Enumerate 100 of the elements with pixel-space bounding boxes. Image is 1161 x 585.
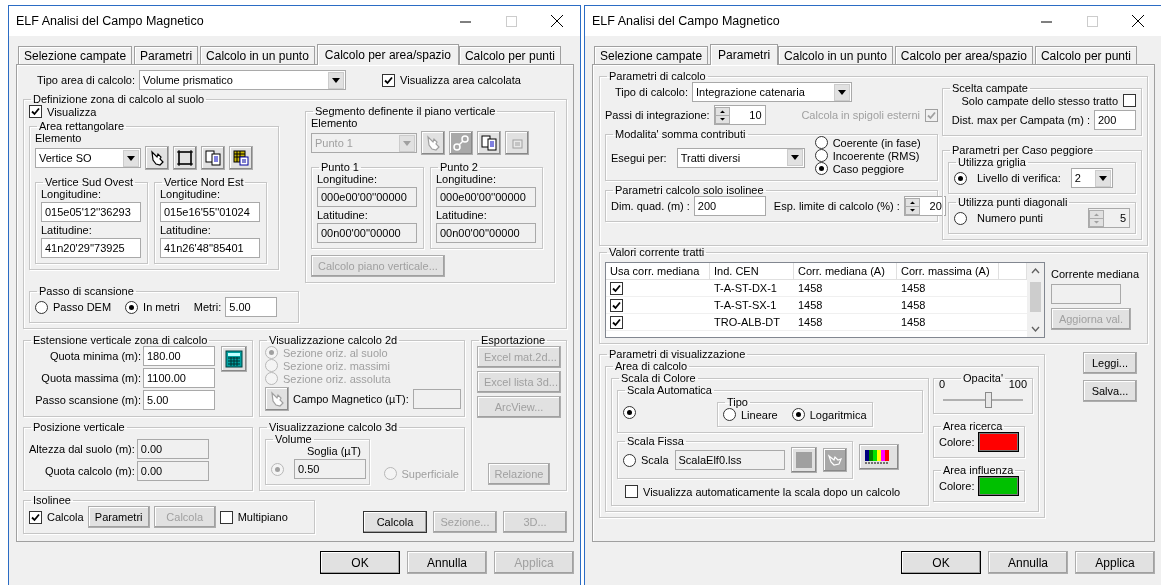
dropdown[interactable]: Integrazione catenaria: [691, 82, 852, 102]
dialog-button[interactable]: Annulla: [988, 551, 1068, 574]
text-field[interactable]: 180.00: [143, 346, 215, 366]
copy-button[interactable]: [477, 131, 501, 155]
dialog-button[interactable]: OK: [901, 551, 981, 574]
dialog-button[interactable]: Applica: [1075, 551, 1155, 574]
checkbox[interactable]: [625, 485, 638, 498]
checkbox-label: Solo campate dello stesso tratto: [961, 94, 1118, 107]
calculator-button[interactable]: [221, 346, 247, 372]
scrollbar-thumb[interactable]: [1030, 282, 1041, 312]
text-field[interactable]: 015e05'12''36293: [41, 202, 141, 222]
tab[interactable]: Calcolo in un punto: [200, 46, 315, 64]
column-header[interactable]: Corr. massima (A): [897, 263, 999, 280]
radio-button[interactable]: [623, 405, 636, 419]
color-button[interactable]: [790, 447, 817, 473]
tab[interactable]: Selezione campate: [594, 46, 709, 64]
tab[interactable]: Parametri: [710, 44, 779, 65]
scrollbar[interactable]: [1027, 263, 1044, 337]
column-header[interactable]: Usa corr. mediana: [606, 263, 710, 280]
text-field[interactable]: [412, 389, 461, 409]
radio-button[interactable]: [35, 300, 48, 314]
text-field[interactable]: 00n00'00''00000: [317, 223, 417, 243]
frame-button[interactable]: [173, 146, 197, 170]
scroll-up-icon[interactable]: [1031, 268, 1040, 274]
dropdown[interactable]: 2: [1070, 168, 1113, 188]
tab[interactable]: Calcolo per area/spazio: [894, 46, 1033, 64]
text-field[interactable]: 000e00'00''00000: [436, 187, 536, 207]
edit-scale-button[interactable]: [822, 448, 847, 472]
radio-button[interactable]: [623, 453, 636, 467]
copy-button[interactable]: [201, 146, 225, 170]
group-title: Utilizza griglia: [957, 156, 1027, 168]
slider[interactable]: [943, 392, 1023, 408]
tab[interactable]: Calcolo per punti: [458, 46, 561, 64]
link-button[interactable]: [449, 131, 473, 155]
field-label: Quota massima (m):: [41, 372, 141, 384]
radio-button[interactable]: [723, 408, 736, 421]
checkbox[interactable]: [1123, 94, 1136, 107]
text-field[interactable]: 1100.00: [143, 368, 215, 388]
tab[interactable]: Calcolo per punti: [1034, 46, 1137, 64]
text-field[interactable]: 41n20'29''73925: [41, 238, 141, 258]
spin-box[interactable]: 10: [713, 105, 766, 125]
text-field[interactable]: 0.00: [136, 461, 209, 481]
close-icon[interactable]: [1132, 15, 1144, 27]
scroll-down-icon[interactable]: [1031, 326, 1040, 332]
radio-label: Coerente (in fase): [832, 136, 921, 149]
action-button[interactable]: Calcola: [363, 511, 427, 533]
scale-label: 100: [1008, 378, 1027, 390]
slider-thumb[interactable]: [985, 392, 993, 408]
tab[interactable]: Calcolo per area/spazio: [316, 44, 459, 65]
color-swatch[interactable]: [978, 476, 1019, 496]
column-header[interactable]: Corr. mediana (A): [794, 263, 897, 280]
text-field[interactable]: 41n26'48''85401: [160, 238, 260, 258]
dialog-button[interactable]: OK: [320, 551, 400, 574]
text-field[interactable]: 00n00'00''00000: [436, 223, 536, 243]
color-swatch[interactable]: [978, 432, 1019, 452]
group-title: Scelta campate: [951, 82, 1029, 94]
palette-button[interactable]: [858, 444, 899, 470]
text-field[interactable]: 200: [1094, 110, 1136, 130]
radio-button[interactable]: [954, 171, 967, 185]
field-label: Colore:: [939, 436, 975, 448]
checkbox[interactable]: [610, 298, 623, 312]
close-icon[interactable]: [551, 15, 563, 27]
pattern-button[interactable]: [229, 146, 253, 170]
checkbox[interactable]: [610, 281, 623, 295]
radio-button[interactable]: [814, 149, 828, 162]
radio-label: Sezione oriz. al suolo: [283, 346, 388, 359]
table-cell: 1458: [897, 297, 999, 314]
isoline-button[interactable]: Parametri: [87, 506, 150, 528]
side-button[interactable]: Leggi...: [1083, 352, 1137, 374]
radio-label: Caso peggiore: [832, 162, 905, 175]
group-title: Scala Automatica: [626, 384, 713, 396]
tab[interactable]: Selezione campate: [18, 46, 133, 64]
tab[interactable]: Calcolo in un punto: [778, 46, 893, 64]
tab[interactable]: Parametri: [134, 46, 199, 64]
text-field[interactable]: 000e00'00''00000: [317, 187, 417, 207]
checkbox[interactable]: [610, 315, 623, 329]
text-field[interactable]: 015e16'55''01024: [160, 202, 260, 222]
dropdown[interactable]: Volume prismatico: [139, 70, 347, 90]
document-button[interactable]: [505, 131, 529, 155]
dropdown[interactable]: Vertice SO: [35, 148, 141, 168]
spin-box[interactable]: 20: [903, 196, 946, 216]
radio-button[interactable]: [814, 136, 828, 149]
pointer-button[interactable]: [145, 146, 169, 170]
radio-button[interactable]: [791, 408, 805, 421]
checkbox[interactable]: [382, 73, 396, 87]
dropdown[interactable]: Tratti diversi: [676, 147, 805, 168]
text-field[interactable]: 200: [693, 196, 766, 216]
text-field[interactable]: 0.00: [136, 439, 209, 459]
text-field[interactable]: [1051, 284, 1121, 304]
checkbox[interactable]: [29, 105, 42, 118]
radio-button[interactable]: [125, 300, 139, 314]
checkbox[interactable]: [29, 510, 42, 524]
column-header[interactable]: Ind. CEN: [710, 263, 794, 280]
checkbox[interactable]: [219, 510, 233, 524]
side-button[interactable]: Salva...: [1083, 380, 1137, 402]
text-field[interactable]: ScalaElf0.lss: [674, 450, 785, 470]
text-field[interactable]: 5.00: [225, 297, 278, 317]
radio-button[interactable]: [814, 162, 828, 175]
text-field[interactable]: 5.00: [143, 390, 215, 410]
dialog-button[interactable]: Annulla: [407, 551, 487, 574]
